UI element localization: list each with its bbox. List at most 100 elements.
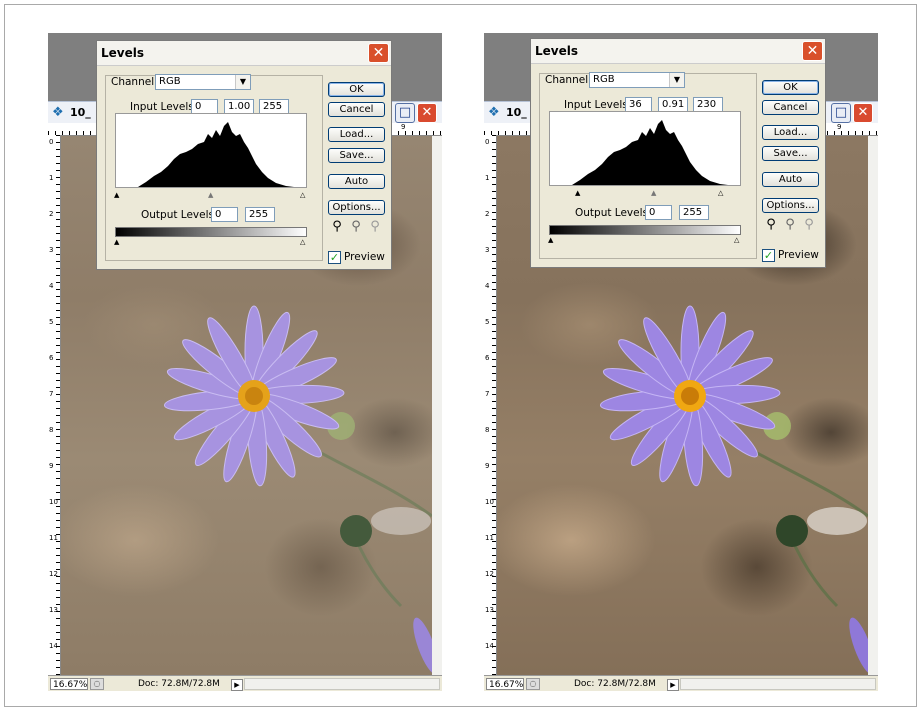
photoshop-app-icon: ❖ (488, 105, 500, 120)
input-gamma-slider[interactable]: ▲ (651, 189, 656, 197)
output-gradient-bar (115, 227, 307, 237)
output-black-slider[interactable]: ▲ (114, 238, 119, 246)
close-icon[interactable]: ✕ (802, 41, 823, 61)
output-white-slider[interactable]: △ (300, 238, 305, 246)
dialog-title-bar[interactable]: Levels ✕ (531, 39, 825, 64)
input-black-slider[interactable]: ▲ (114, 191, 119, 199)
flower-center-detail (681, 387, 699, 405)
output-white-slider[interactable]: △ (734, 236, 739, 244)
histogram-fill (138, 122, 294, 187)
ruler-number: 1 (485, 174, 490, 182)
channel-select[interactable]: RGB ▼ (589, 72, 685, 88)
ruler-number: 12 (485, 570, 494, 578)
close-icon[interactable]: ✕ (853, 103, 873, 123)
output-levels-label: Output Levels: (575, 207, 652, 219)
gray-eyedropper-icon[interactable]: ⚲ (783, 217, 797, 233)
dropdown-arrow-icon[interactable]: ▼ (235, 75, 250, 89)
flower-bud (776, 515, 808, 547)
cancel-button[interactable]: Cancel (328, 102, 385, 117)
black-eyedropper-icon[interactable]: ⚲ (330, 219, 344, 235)
output-white-field[interactable]: 255 (245, 207, 275, 222)
flower-edge-petals (849, 617, 868, 675)
input-white-field[interactable]: 255 (259, 99, 289, 114)
horizontal-scrollbar[interactable] (680, 678, 876, 690)
maximize-icon[interactable]: □ (395, 103, 415, 123)
input-gamma-field[interactable]: 1.00 (224, 99, 254, 114)
input-white-slider[interactable]: △ (300, 191, 305, 199)
ruler-number: 2 (49, 210, 54, 218)
status-menu-arrow-icon[interactable]: ▶ (231, 679, 243, 691)
dialog-title-bar[interactable]: Levels ✕ (97, 41, 391, 66)
ruler-number: 13 (485, 606, 494, 614)
ruler-number: 14 (49, 642, 58, 650)
channel-label: Channel: (111, 76, 158, 88)
dropdown-arrow-icon[interactable]: ▼ (669, 73, 684, 87)
output-black-slider[interactable]: ▲ (548, 236, 553, 244)
options-button[interactable]: Options... (328, 200, 385, 215)
preview-checkbox[interactable]: ✓ (762, 249, 775, 262)
flower-bud (340, 515, 372, 547)
levels-dialog: Levels ✕ Channel: RGB ▼ Input Levels: 0 … (96, 40, 392, 270)
auto-button[interactable]: Auto (328, 174, 385, 189)
zoom-field[interactable]: 16.67% (50, 678, 88, 690)
status-bar: 16.67% ◌ Doc: 72.8M/72.8M ▶ (484, 675, 878, 691)
save-button[interactable]: Save... (328, 148, 385, 163)
channel-select[interactable]: RGB ▼ (155, 74, 251, 90)
white-eyedropper-icon[interactable]: ⚲ (368, 219, 382, 235)
photoshop-app-icon: ❖ (52, 105, 64, 120)
status-info-icon[interactable]: ◌ (90, 678, 104, 690)
ok-button[interactable]: OK (328, 82, 385, 97)
ruler-number: 11 (49, 534, 58, 542)
vertical-scrollbar[interactable] (868, 136, 878, 675)
ok-button[interactable]: OK (762, 80, 819, 95)
cancel-button[interactable]: Cancel (762, 100, 819, 115)
zoom-field[interactable]: 16.67% (486, 678, 524, 690)
options-button[interactable]: Options... (762, 198, 819, 213)
ruler-number: 6 (485, 354, 490, 362)
auto-button[interactable]: Auto (762, 172, 819, 187)
ruler-number: 11 (485, 534, 494, 542)
ruler-number: 9 (485, 462, 490, 470)
flower-edge-petals (413, 617, 432, 675)
preview-checkbox[interactable]: ✓ (328, 251, 341, 264)
ruler-number: 6 (49, 354, 54, 362)
input-black-field[interactable]: 0 (191, 99, 218, 114)
vertical-scrollbar[interactable] (432, 136, 442, 675)
dialog-title: Levels (535, 44, 579, 58)
close-icon[interactable]: ✕ (417, 103, 437, 123)
output-white-field[interactable]: 255 (679, 205, 709, 220)
input-black-slider[interactable]: ▲ (575, 189, 580, 197)
ruler-number: 9 (401, 123, 406, 131)
white-eyedropper-icon[interactable]: ⚲ (802, 217, 816, 233)
load-button[interactable]: Load... (762, 125, 819, 140)
status-menu-arrow-icon[interactable]: ▶ (667, 679, 679, 691)
preview-label: Preview (778, 249, 819, 261)
ruler-number: 13 (49, 606, 58, 614)
gray-eyedropper-icon[interactable]: ⚲ (349, 219, 363, 235)
ruler-number: 10 (49, 498, 58, 506)
ruler-number: 5 (485, 318, 490, 326)
output-black-field[interactable]: 0 (211, 207, 238, 222)
ruler-number: 4 (485, 282, 490, 290)
panel-before: ❖ 10_ □ ✕ 9 0 1 2 3 4 5 6 7 8 9 10 11 12… (48, 33, 442, 691)
horizontal-scrollbar[interactable] (244, 678, 440, 690)
load-button[interactable]: Load... (328, 127, 385, 142)
close-icon[interactable]: ✕ (368, 43, 389, 63)
input-black-field[interactable]: 36 (625, 97, 652, 112)
input-white-field[interactable]: 230 (693, 97, 723, 112)
dialog-title: Levels (101, 46, 145, 60)
channel-label: Channel: (545, 74, 592, 86)
save-button[interactable]: Save... (762, 146, 819, 161)
ruler-number: 9 (49, 462, 54, 470)
status-info-icon[interactable]: ◌ (526, 678, 540, 690)
ruler-number: 3 (485, 246, 490, 254)
input-gamma-slider[interactable]: ▲ (208, 191, 213, 199)
output-levels-label: Output Levels: (141, 209, 218, 221)
status-bar: 16.67% ◌ Doc: 72.8M/72.8M ▶ (48, 675, 442, 691)
output-black-field[interactable]: 0 (645, 205, 672, 220)
input-white-slider[interactable]: △ (718, 189, 723, 197)
maximize-icon[interactable]: □ (831, 103, 851, 123)
ruler-number: 3 (49, 246, 54, 254)
input-gamma-field[interactable]: 0.91 (658, 97, 688, 112)
black-eyedropper-icon[interactable]: ⚲ (764, 217, 778, 233)
